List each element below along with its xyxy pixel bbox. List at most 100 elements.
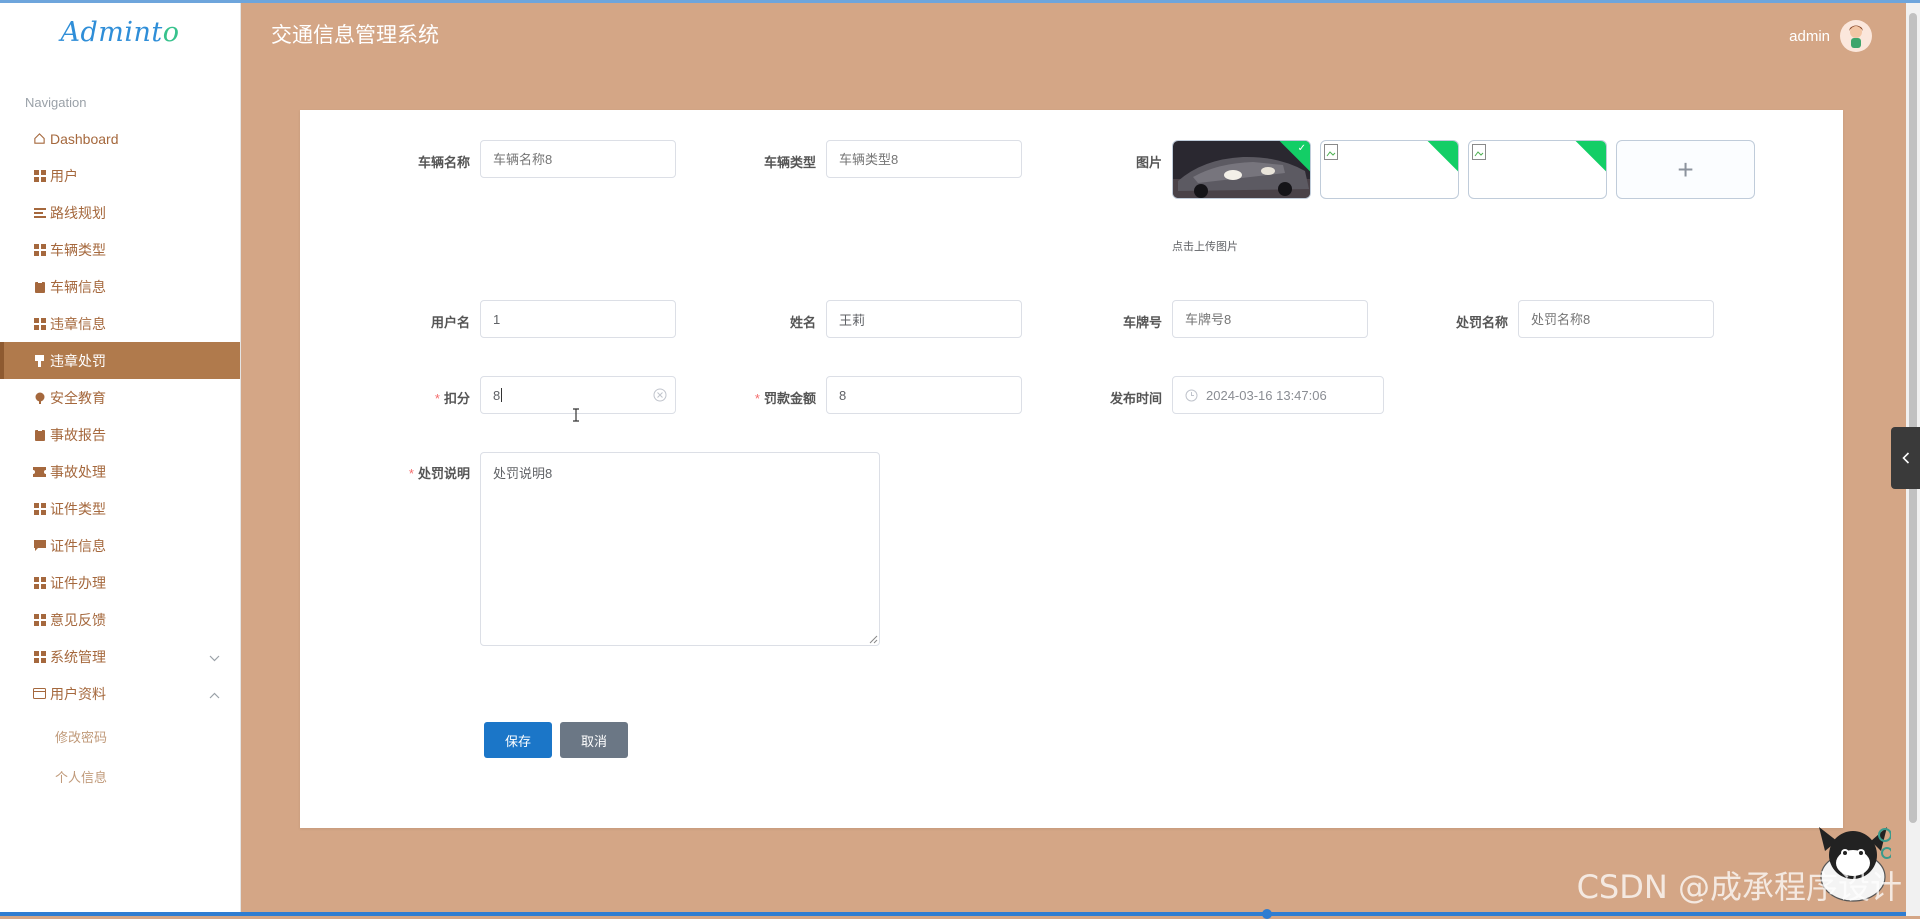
bottom-progress-knob[interactable] bbox=[1262, 909, 1272, 919]
sidebar-item-label: 安全教育 bbox=[50, 389, 106, 406]
sidebar-item-label: 用户 bbox=[50, 167, 78, 184]
sidebar-item-users[interactable]: 用户 bbox=[0, 157, 240, 194]
sidebar-item-label: 路线规划 bbox=[50, 204, 106, 221]
points-label-text: 扣分 bbox=[443, 391, 470, 406]
sidebar-item-document-types[interactable]: 证件类型 bbox=[0, 490, 240, 527]
plate-label: 车牌号 bbox=[1122, 315, 1162, 330]
page-title: 交通信息管理系统 bbox=[271, 24, 439, 47]
image-thumbnail-1[interactable]: ✓ bbox=[1172, 140, 1311, 199]
clipboard-icon bbox=[33, 280, 46, 293]
fine-label-text: 罚款金额 bbox=[763, 391, 816, 406]
sidebar-item-label: 事故报告 bbox=[50, 426, 106, 443]
success-corner bbox=[1574, 141, 1606, 173]
chevron-left-icon bbox=[1901, 452, 1909, 464]
card-icon bbox=[33, 687, 46, 700]
sidebar-item-label: 证件信息 bbox=[50, 537, 106, 554]
bottom-progress-bar bbox=[0, 912, 1906, 916]
text-caret bbox=[501, 388, 503, 402]
sidebar-item-document-processing[interactable]: 证件办理 bbox=[0, 564, 240, 601]
required-mark: * bbox=[754, 391, 760, 406]
watermark: CSDN @成承程序设计 bbox=[1576, 868, 1902, 906]
chevron-up-icon bbox=[209, 686, 220, 702]
sidebar-item-document-info[interactable]: 证件信息 bbox=[0, 527, 240, 564]
sidebar-item-vehicle-info[interactable]: 车辆信息 bbox=[0, 268, 240, 305]
publish-time-picker[interactable]: 2024-03-16 13:47:06 bbox=[1172, 376, 1384, 414]
sidebar-item-route-planning[interactable]: 路线规划 bbox=[0, 194, 240, 231]
sidebar-item-system-management[interactable]: 系统管理 bbox=[0, 638, 240, 675]
name-label: 姓名 bbox=[789, 315, 816, 330]
sidebar-item-label: 意见反馈 bbox=[50, 611, 106, 628]
fine-input[interactable]: 8 bbox=[826, 376, 1022, 414]
chevron-down-icon bbox=[209, 649, 220, 665]
sidebar-item-label: 违章处罚 bbox=[50, 352, 106, 369]
sidebar-subitem-personal-info[interactable]: 个人信息 bbox=[0, 756, 240, 796]
description-textarea[interactable]: 处罚说明8 bbox=[480, 452, 880, 646]
vehicle-name-input[interactable] bbox=[480, 140, 676, 178]
nav-list: Dashboard 用户 路线规划 车辆类型 车辆信息 违章信息 违章处罚 安全… bbox=[0, 120, 240, 796]
collapse-panel-button[interactable] bbox=[1891, 427, 1920, 489]
text-cursor-icon bbox=[573, 408, 579, 422]
grid-icon bbox=[33, 502, 46, 515]
publish-time-value: 2024-03-16 13:47:06 bbox=[1206, 387, 1327, 403]
username-label: 用户名 bbox=[430, 315, 470, 330]
sidebar-subitem-change-password[interactable]: 修改密码 bbox=[0, 716, 240, 756]
sidebar-item-label: 事故处理 bbox=[50, 463, 106, 480]
grid-icon bbox=[33, 650, 46, 663]
sidebar-item-safety-education[interactable]: 安全教育 bbox=[0, 379, 240, 416]
nav-heading: Navigation bbox=[25, 95, 87, 110]
sidebar-item-label: 证件类型 bbox=[50, 500, 106, 517]
save-button[interactable]: 保存 bbox=[484, 722, 552, 758]
grid-icon bbox=[33, 243, 46, 256]
ticket-icon bbox=[33, 465, 46, 478]
penalty-name-input[interactable] bbox=[1518, 300, 1714, 338]
fine-label: * 罚款金额 bbox=[706, 388, 816, 407]
clipboard-icon bbox=[33, 428, 46, 441]
broken-image-icon bbox=[1472, 144, 1486, 160]
grid-icon bbox=[33, 317, 46, 330]
image-thumbnail-3[interactable] bbox=[1468, 140, 1607, 199]
broken-image-icon bbox=[1324, 144, 1338, 160]
pin-icon bbox=[33, 391, 46, 404]
check-icon: ✓ bbox=[1297, 143, 1306, 154]
scrollbar-thumb[interactable] bbox=[1909, 13, 1917, 823]
clear-icon[interactable] bbox=[653, 388, 667, 405]
image-label: 图片 bbox=[1135, 155, 1162, 170]
sidebar-item-label: 车辆类型 bbox=[50, 241, 106, 258]
vehicle-type-input[interactable] bbox=[826, 140, 1022, 178]
upload-hint: 点击上传图片 bbox=[1172, 241, 1238, 253]
sidebar-item-label: 用户资料 bbox=[50, 685, 106, 702]
logo[interactable]: Adminto bbox=[0, 17, 240, 48]
sidebar-item-label: 车辆信息 bbox=[50, 278, 106, 295]
user-menu[interactable]: admin bbox=[1789, 20, 1872, 52]
avatar[interactable] bbox=[1840, 20, 1872, 52]
resize-handle-icon[interactable] bbox=[869, 635, 878, 644]
username-input[interactable]: 1 bbox=[480, 300, 676, 338]
description-label: * 处罚说明 bbox=[360, 463, 470, 482]
points-value: 8 bbox=[493, 387, 501, 403]
cancel-button[interactable]: 取消 bbox=[560, 722, 628, 758]
success-corner bbox=[1426, 141, 1458, 173]
chat-icon bbox=[33, 539, 46, 552]
sidebar-item-violation-penalty[interactable]: 违章处罚 bbox=[0, 342, 240, 379]
sidebar-item-accident-handling[interactable]: 事故处理 bbox=[0, 453, 240, 490]
clock-icon bbox=[1185, 389, 1198, 402]
image-upload-button[interactable]: + bbox=[1616, 140, 1755, 199]
sidebar-item-violation-info[interactable]: 违章信息 bbox=[0, 305, 240, 342]
sidebar-item-label: 系统管理 bbox=[50, 648, 106, 665]
sidebar-item-dashboard[interactable]: Dashboard bbox=[0, 120, 240, 157]
list-icon bbox=[33, 206, 46, 219]
sidebar-item-feedback[interactable]: 意见反馈 bbox=[0, 601, 240, 638]
vehicle-type-label: 车辆类型 bbox=[763, 155, 816, 170]
sidebar-item-accident-report[interactable]: 事故报告 bbox=[0, 416, 240, 453]
sidebar-item-label: 证件办理 bbox=[50, 574, 106, 591]
grid-icon bbox=[33, 576, 46, 589]
sidebar-item-vehicle-types[interactable]: 车辆类型 bbox=[0, 231, 240, 268]
sidebar-item-user-profile[interactable]: 用户资料 bbox=[0, 675, 240, 712]
username: admin bbox=[1789, 27, 1830, 45]
home-icon bbox=[33, 132, 46, 145]
points-label: * 扣分 bbox=[360, 388, 470, 407]
penalty-name-label: 处罚名称 bbox=[1455, 315, 1508, 330]
image-thumbnail-2[interactable] bbox=[1320, 140, 1459, 199]
name-input[interactable]: 王莉 bbox=[826, 300, 1022, 338]
plate-input[interactable] bbox=[1172, 300, 1368, 338]
